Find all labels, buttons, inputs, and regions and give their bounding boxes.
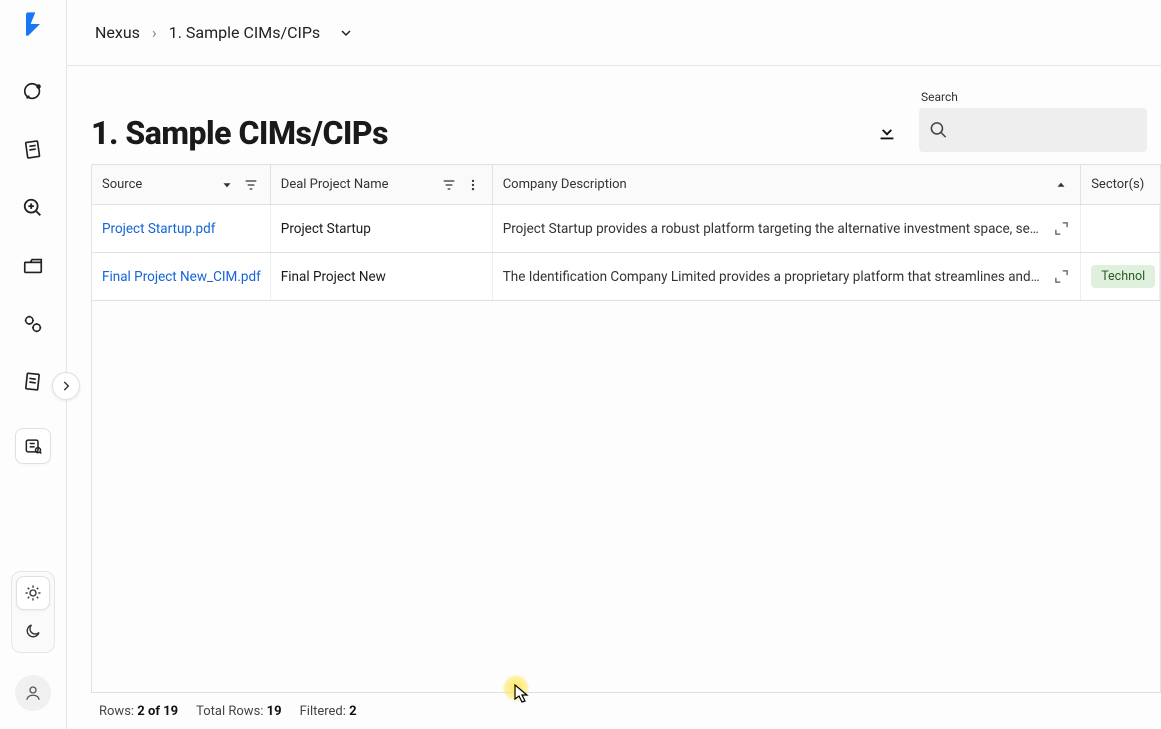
expand-icon[interactable] <box>1052 220 1070 238</box>
grid-header: Source Deal Project Name <box>92 165 1160 205</box>
search-icon <box>929 120 948 140</box>
theme-dark-button[interactable] <box>16 614 50 648</box>
desc-cell: Project Startup provides a robust platfo… <box>503 221 1042 237</box>
app-logo[interactable] <box>17 8 49 40</box>
theme-toggle <box>11 571 55 653</box>
user-avatar[interactable] <box>15 675 51 711</box>
chevron-right-icon: › <box>152 23 157 42</box>
search-box[interactable] <box>919 108 1147 152</box>
source-link[interactable]: Project Startup.pdf <box>102 221 215 237</box>
expand-icon[interactable] <box>1052 268 1070 286</box>
col-desc[interactable]: Company Description <box>503 177 627 192</box>
chat-icon[interactable] <box>21 80 45 104</box>
desc-cell: The Identification Company Limited provi… <box>503 269 1042 285</box>
left-rail <box>0 0 67 729</box>
folder-icon[interactable] <box>21 254 45 278</box>
grid-footer: Rows: 2 of 19 Total Rows: 19 Filtered: 2 <box>91 693 1161 729</box>
zoom-in-icon[interactable] <box>21 196 45 220</box>
col-sector[interactable]: Sector(s) <box>1091 177 1144 192</box>
col-deal[interactable]: Deal Project Name <box>281 177 389 192</box>
col-source[interactable]: Source <box>102 177 142 192</box>
deal-cell: Final Project New <box>271 253 493 300</box>
filter-icon[interactable] <box>440 176 458 194</box>
sector-cell <box>1081 205 1160 252</box>
expand-rail-button[interactable] <box>52 372 80 400</box>
search-input[interactable] <box>956 122 1137 138</box>
sector-cell: Technol <box>1081 253 1160 300</box>
breadcrumb-root[interactable]: Nexus <box>95 23 140 42</box>
sort-asc-icon[interactable] <box>1052 176 1070 194</box>
sort-dropdown-icon[interactable] <box>218 176 236 194</box>
search-label: Search <box>919 90 1147 104</box>
source-link[interactable]: Final Project New_CIM.pdf <box>102 269 261 285</box>
column-menu-icon[interactable] <box>464 176 482 194</box>
settings-gears-icon[interactable] <box>21 312 45 336</box>
topbar: Nexus › 1. Sample CIMs/CIPs <box>67 0 1161 66</box>
theme-light-button[interactable] <box>16 576 50 610</box>
breadcrumb-current[interactable]: 1. Sample CIMs/CIPs <box>169 23 320 42</box>
breadcrumb-dropdown[interactable] <box>336 23 356 43</box>
page-title: 1. Sample CIMs/CIPs <box>91 114 388 152</box>
document-icon[interactable] <box>21 370 45 394</box>
table-row[interactable]: Final Project New_CIM.pdf Final Project … <box>92 253 1160 301</box>
library-icon[interactable] <box>15 428 51 464</box>
data-grid: Source Deal Project Name <box>91 164 1161 693</box>
filter-icon[interactable] <box>242 176 260 194</box>
download-button[interactable] <box>873 118 901 146</box>
note-icon[interactable] <box>21 138 45 162</box>
sector-tag[interactable]: Technol <box>1091 265 1155 288</box>
deal-cell: Project Startup <box>271 205 493 252</box>
table-row[interactable]: Project Startup.pdf Project Startup Proj… <box>92 205 1160 253</box>
